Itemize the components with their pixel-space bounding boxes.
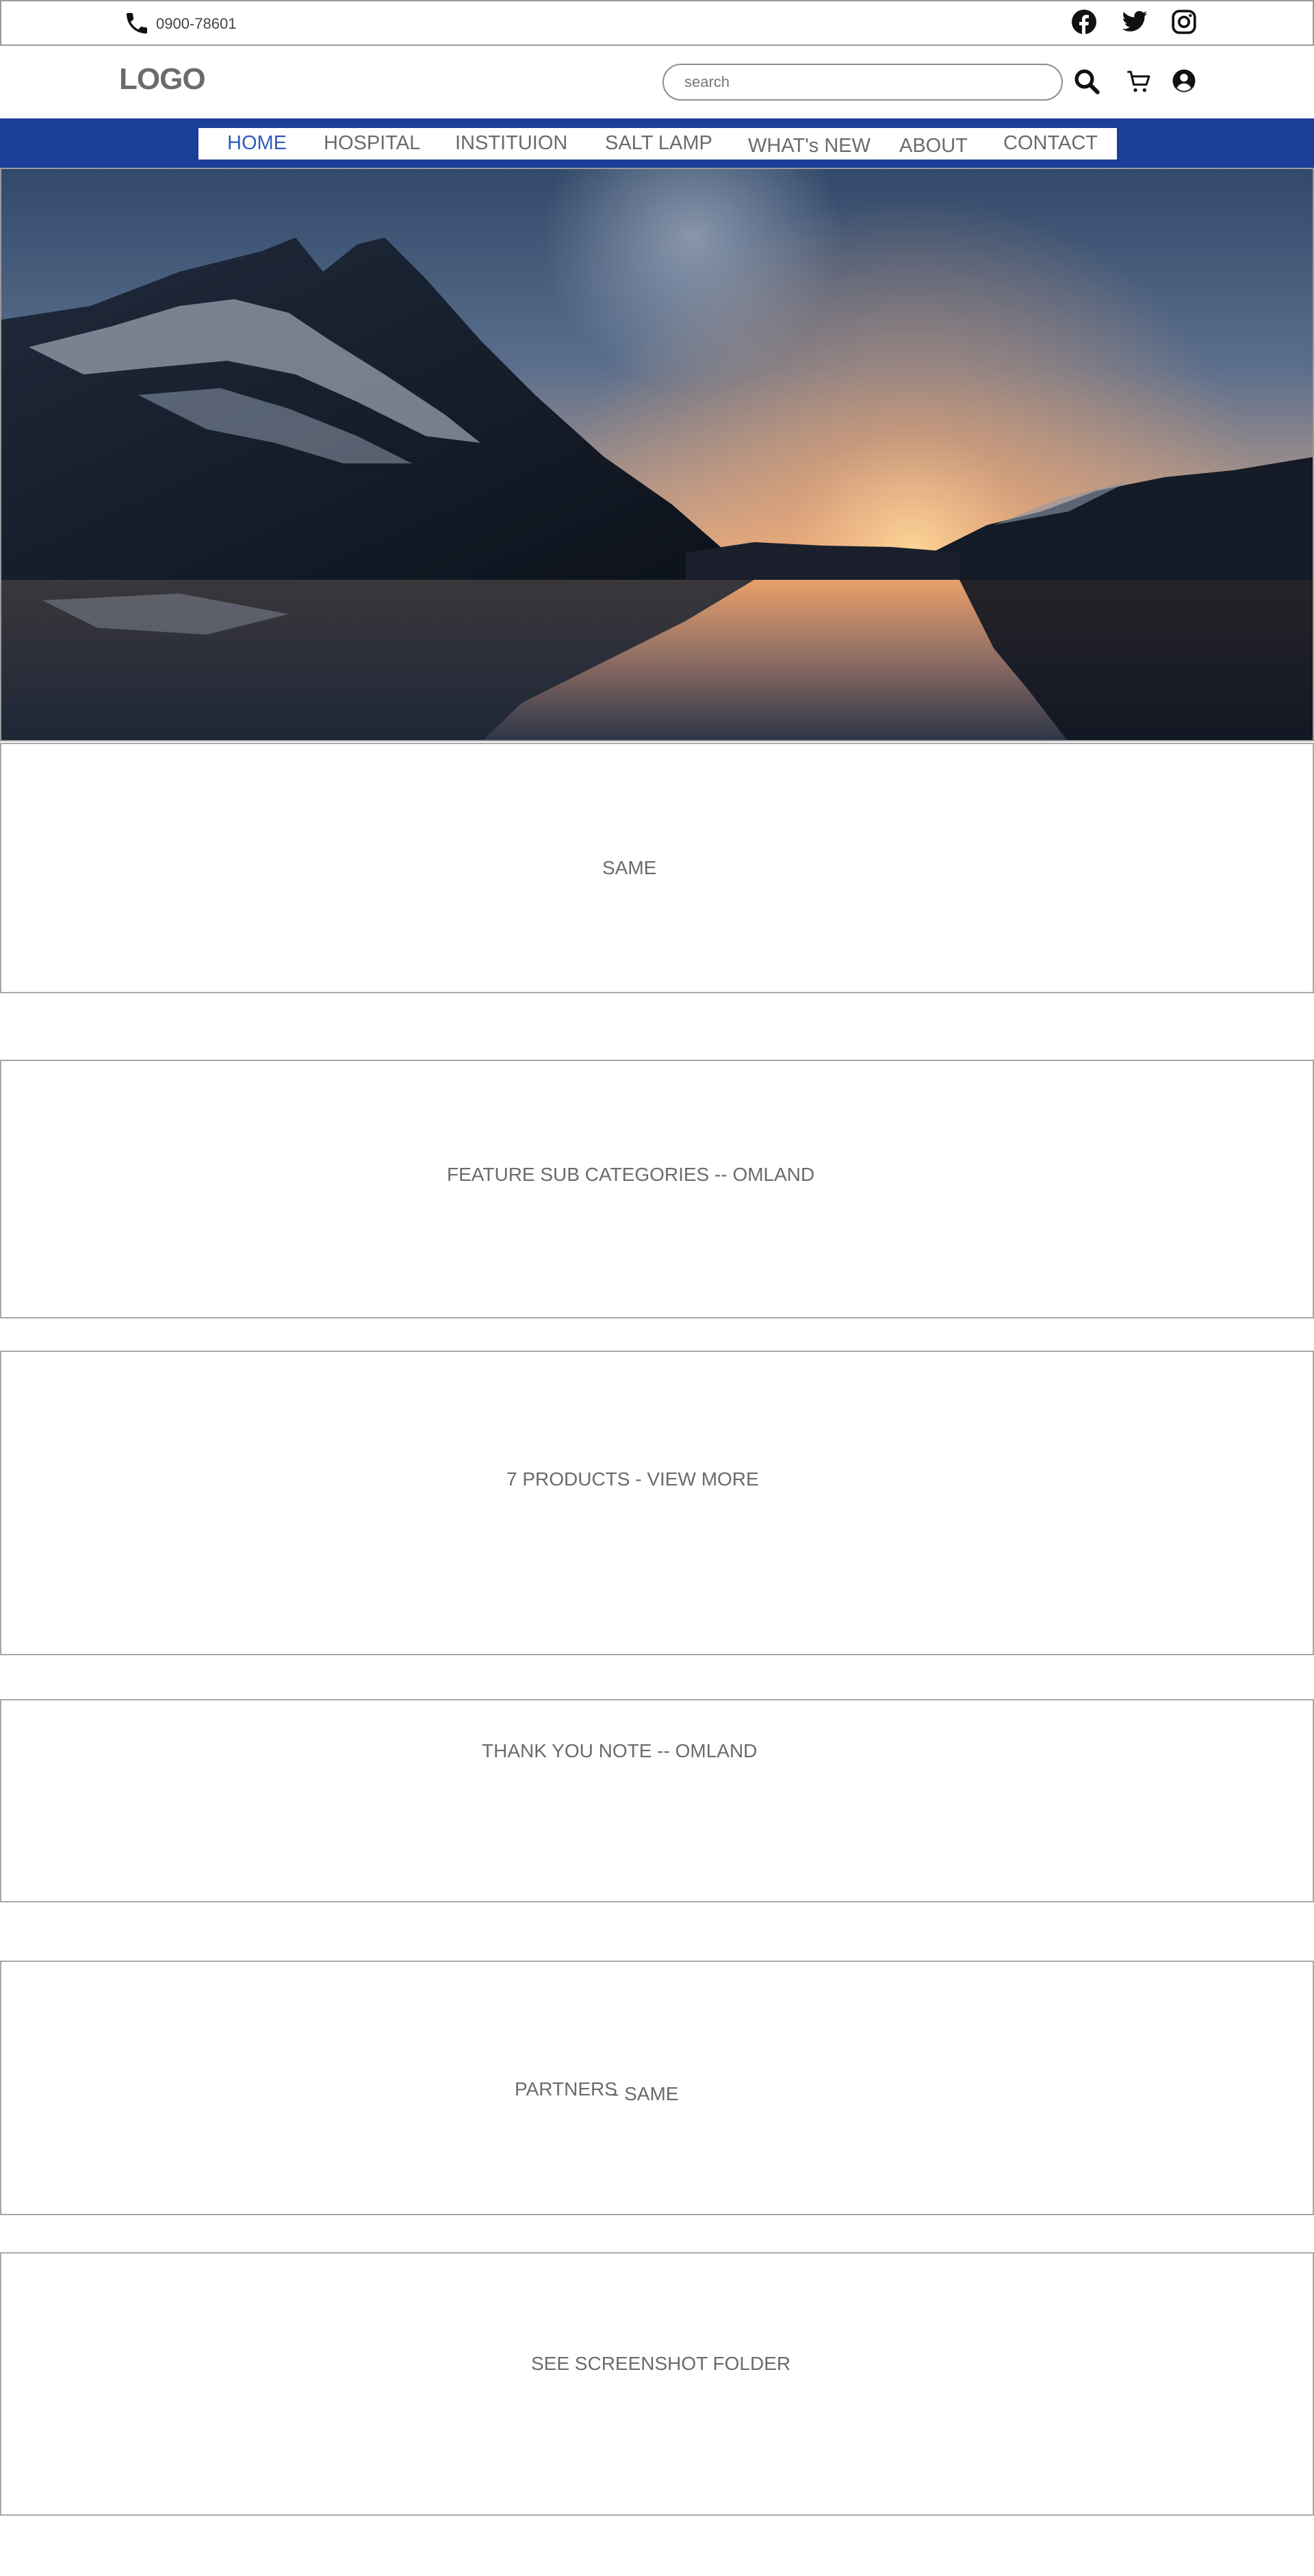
nav-item-institution[interactable]: INSTITUION <box>455 132 567 155</box>
section-label: FEATURE SUB CATEGORIES -- OMLAND <box>447 1164 815 1185</box>
instagram-icon[interactable] <box>1170 8 1198 36</box>
section-label: SEE SCREENSHOT FOLDER <box>531 2353 791 2374</box>
nav-item-salt-lamp[interactable]: SALT LAMP <box>605 132 712 155</box>
section-label-partners: PARTNERS <box>515 2078 617 2100</box>
section-feature-sub-categories: FEATURE SUB CATEGORIES -- OMLAND <box>0 1060 1314 1318</box>
nav-item-home[interactable]: HOME <box>227 132 287 155</box>
section-label-same: - SAME <box>613 2083 679 2104</box>
nav-item-about[interactable]: ABOUT <box>899 135 968 157</box>
main-nav: HOME HOSPITAL INSTITUION SALT LAMP WHAT'… <box>0 118 1314 168</box>
search-input[interactable] <box>662 64 1063 101</box>
section-label[interactable]: 7 PRODUCTS - VIEW MORE <box>506 1468 759 1490</box>
nav-item-contact[interactable]: CONTACT <box>1003 132 1098 155</box>
phone-icon <box>127 13 147 34</box>
section-label: SAME <box>602 857 657 878</box>
hero-image <box>0 168 1314 741</box>
hero-landscape-image <box>1 169 1313 740</box>
phone-number: 0900-78601 <box>156 15 237 32</box>
section-partners: PARTNERS - SAME <box>0 1961 1314 2215</box>
section-products: 7 PRODUCTS - VIEW MORE <box>0 1351 1314 1655</box>
section-same: SAME <box>0 743 1314 993</box>
nav-item-hospital[interactable]: HOSPITAL <box>324 132 420 155</box>
nav-menu: HOME HOSPITAL INSTITUION SALT LAMP WHAT'… <box>198 128 1117 160</box>
facebook-icon[interactable] <box>1070 8 1098 36</box>
nav-item-whats-new[interactable]: WHAT's NEW <box>748 135 871 157</box>
top-bar: 0900-78601 <box>0 0 1314 46</box>
header: LOGO <box>0 46 1314 118</box>
cart-icon[interactable] <box>1125 68 1152 96</box>
search-icon[interactable] <box>1072 67 1101 96</box>
twitter-icon[interactable] <box>1121 8 1148 36</box>
section-label: THANK YOU NOTE -- OMLAND <box>482 1740 758 1761</box>
logo[interactable]: LOGO <box>119 62 206 97</box>
section-screenshot-folder: SEE SCREENSHOT FOLDER <box>0 2252 1314 2516</box>
user-icon[interactable] <box>1172 68 1196 93</box>
section-thank-you-note: THANK YOU NOTE -- OMLAND <box>0 1699 1314 1902</box>
